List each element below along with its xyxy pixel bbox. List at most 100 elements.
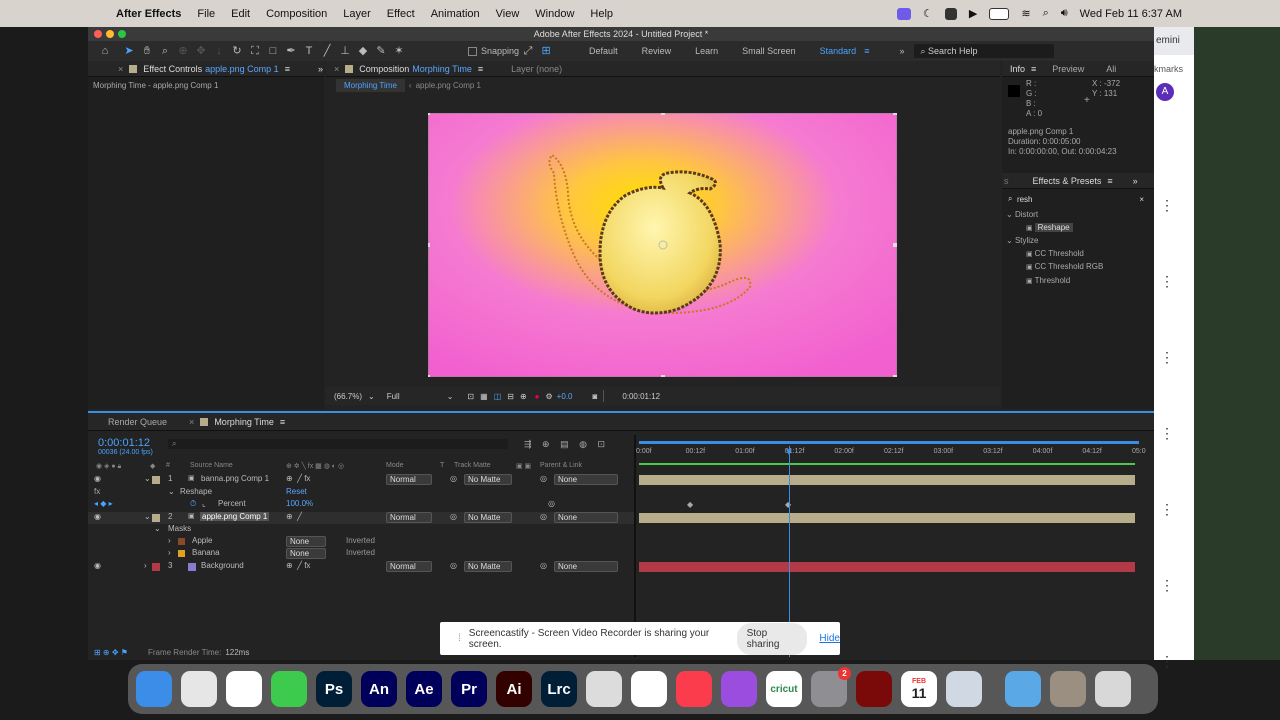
layer1-mode-dropdown[interactable]: Normal [386,474,432,485]
graph-icon[interactable]: ⌞ [202,499,206,508]
layer2-twirl-icon[interactable]: ⌄ [144,512,151,521]
layer2-switches[interactable]: ⊕ ╱ [286,512,302,521]
dock-flash-icon[interactable] [856,671,892,707]
volume-icon[interactable]: 🔊︎ [1061,7,1068,20]
workspace-small-screen[interactable]: Small Screen [742,46,796,56]
layer2-label-swatch[interactable] [152,514,160,522]
layer3-label-swatch[interactable] [152,563,160,571]
exposure-reset-icon[interactable]: ⚙︎ [546,392,553,401]
profile-avatar[interactable]: A [1156,83,1174,101]
percent-property-row[interactable]: ◂ ◆ ▸ ⏱︎ ⌞ Percent 100.0% ◎ [88,499,634,511]
layer-row-2[interactable]: ◉ ⌄ 2 ▣ apple.png Comp 1 ⊕ ╱ Normal ◎ No… [88,512,634,524]
composition-viewer[interactable] [426,111,898,379]
clear-search-icon[interactable]: × [1139,195,1144,204]
zoom-window-icon[interactable] [118,30,126,38]
snap-options-icon[interactable]: ⤢ [519,43,537,59]
dock-trash-icon[interactable] [1095,671,1131,707]
pan-tool-icon[interactable]: ✥ [192,43,210,59]
mask-apple-name[interactable]: Apple [192,536,212,545]
dock-photos-icon[interactable] [631,671,667,707]
dock-launchpad-icon[interactable] [181,671,217,707]
layer1-label-swatch[interactable] [152,476,160,484]
menu-window[interactable]: Window [535,8,574,20]
pen-tool-icon[interactable]: ✒ [282,43,300,59]
masks-twirl-icon[interactable]: ⌄ [154,524,161,533]
layer2-name[interactable]: apple.png Comp 1 [200,512,270,521]
mask-apple-swatch[interactable] [178,538,185,545]
timeline-switch-icons[interactable]: ⇶ ⊕ ▤ ◍ ⊡ [524,439,605,450]
layer2-pickwhip-icon[interactable]: ◎ [540,512,547,521]
layer3-visibility-icon[interactable]: ◉ [94,561,101,570]
menu-help[interactable]: Help [590,8,613,20]
dock-preview-icon[interactable] [946,671,982,707]
track-matte-header[interactable]: Track Matte [454,462,491,469]
kebab-menu-icons[interactable]: ⋮ ⋮ ⋮ ⋮ ⋮ ⋮ ⋮ [1160,167,1174,699]
clipboard-icon[interactable] [944,7,957,20]
moon-icon[interactable]: ☾ [923,7,933,20]
dock-folder-icon[interactable] [1005,671,1041,707]
hide-button[interactable]: Hide [819,633,840,644]
datetime[interactable]: Wed Feb 11 6:37 AM [1080,8,1182,20]
dock-cricut-icon[interactable]: cricut [766,671,802,707]
align-tab[interactable]: Ali [1106,64,1116,74]
info-menu-icon[interactable]: ≡ [1031,64,1036,74]
puppet-tool-icon[interactable]: ✶ [390,43,408,59]
dock-illustrator-icon[interactable]: Ai [496,671,532,707]
menu-animation[interactable]: Animation [431,8,480,20]
reshape-twirl-icon[interactable]: ⌄ [168,487,175,496]
reshape-label[interactable]: Reshape [180,487,212,496]
parent-link-header[interactable]: Parent & Link [540,462,582,469]
chrome-tab-partial[interactable]: emini [1154,27,1194,55]
layer1-switches[interactable]: ⊕ ╱ fx [286,474,310,483]
rotate-tool-icon[interactable]: ↻ [228,43,246,59]
dock-calendar-icon[interactable]: FEB 11 [901,671,937,707]
zoom-dropdown[interactable]: (66.7%) [334,392,362,401]
layer2-matte-dropdown[interactable]: No Matte [464,512,512,523]
layer3-twirl-icon[interactable]: › [144,561,147,570]
layer1-duration-bar[interactable] [639,475,1135,485]
effect-reshape[interactable]: ▣ Reshape [1006,222,1154,236]
dock-system-settings-icon[interactable]: 2 [811,667,851,707]
effects-overflow-icon[interactable]: » [1133,176,1138,186]
footer-toggle-icons[interactable]: ⊞ ⊕ ✥ ⚑ [94,648,128,657]
hand-tool-icon[interactable]: ✋︎ [138,43,156,59]
search-icon[interactable]: ⌕ [1043,7,1049,20]
app-menu[interactable]: After Effects [116,8,181,20]
collapsed-tab-stub[interactable]: s [1004,176,1009,186]
dock-messages-icon[interactable] [271,671,307,707]
layer2-visibility-icon[interactable]: ◉ [94,512,101,521]
menu-view[interactable]: View [496,8,520,20]
menu-file[interactable]: File [197,8,215,20]
layer1-pickwhip-icon[interactable]: ◎ [540,474,547,483]
color-management-icon[interactable]: ● [535,392,540,401]
layer-tab[interactable]: Layer (none) [511,64,562,74]
menu-composition[interactable]: Composition [266,8,327,20]
panel-menu-icon[interactable]: ≡ [285,64,290,74]
layer1-matte-dropdown[interactable]: No Matte [464,474,512,485]
transparency-grid-icon[interactable]: ▦ [480,392,488,401]
layer1-visibility-icon[interactable]: ◉ [94,474,101,483]
workspace-standard[interactable]: Standard [820,46,857,56]
snap-grid-icon[interactable]: ⊞ [537,43,555,59]
battery-icon[interactable] [989,7,1010,20]
keyframe-0[interactable]: ◆ [687,500,693,509]
stopwatch-icon[interactable]: ⏱︎ [190,499,196,509]
layer3-name[interactable]: Background [201,561,244,570]
menu-layer[interactable]: Layer [343,8,371,20]
percent-value[interactable]: 100.0% [286,499,313,508]
render-queue-tab[interactable]: Render Queue [108,417,167,427]
snapshot-icon[interactable]: ◙ [592,392,597,401]
workspace-overflow-icon[interactable]: » [899,46,904,56]
effects-search-field[interactable]: ⌕ resh × [1008,193,1148,205]
stop-sharing-button[interactable]: Stop sharing [736,622,808,655]
crumb-apple-comp[interactable]: apple.png Comp 1 [416,81,481,90]
layer2-parent-dropdown[interactable]: None [554,512,618,523]
minimize-window-icon[interactable] [106,30,114,38]
layer-row-1[interactable]: ◉ ⌄ 1 ▣ banna.png Comp 1 ⊕ ╱ fx Normal ◎… [88,474,634,486]
dock-after-effects-icon[interactable]: Ae [406,671,442,707]
group-stylize[interactable]: ⌄ Stylize [1006,235,1154,248]
effect-cc-threshold[interactable]: ▣ CC Threshold [1006,248,1154,262]
close-window-icon[interactable] [94,30,102,38]
workspace-learn[interactable]: Learn [695,46,718,56]
fx-icon[interactable]: fx [94,487,100,496]
